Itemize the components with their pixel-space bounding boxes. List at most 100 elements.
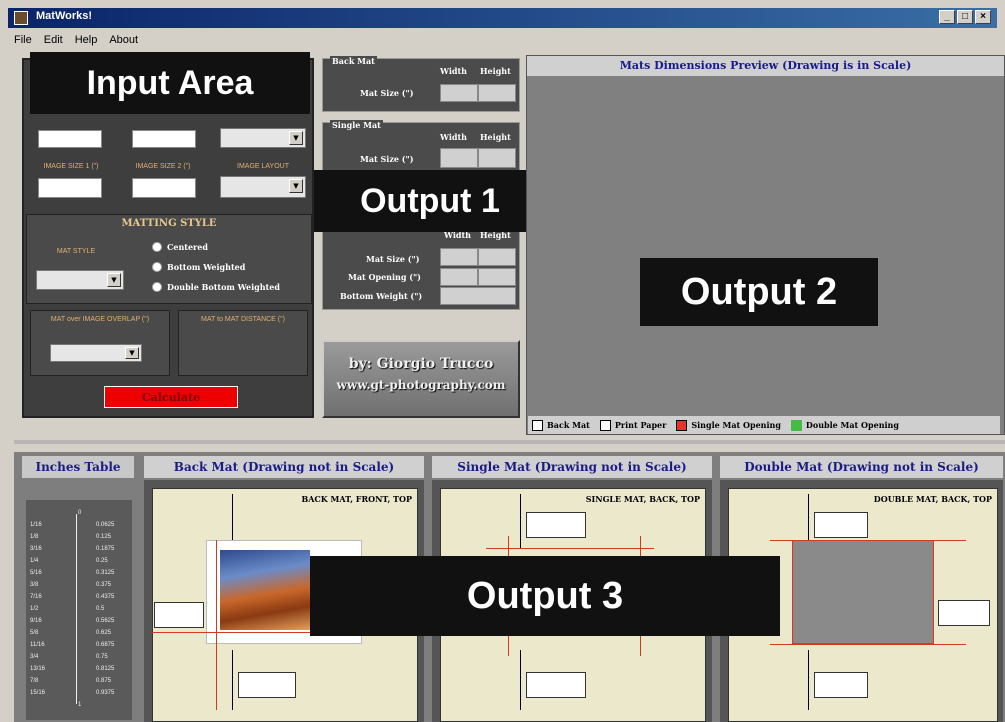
image-layout-label: IMAGE LAYOUT — [237, 163, 289, 170]
decimal-9: 0.5625 — [96, 618, 115, 624]
matting-style-title: MATTING STYLE — [121, 218, 217, 229]
decimal-3: 0.1875 — [96, 546, 115, 552]
frac-13-16: 13/16 — [30, 666, 46, 672]
mat-opening-width-cell — [440, 268, 478, 286]
radio-bottom-weighted[interactable]: Bottom Weighted — [152, 262, 245, 272]
double-mat-height-cell — [478, 248, 516, 266]
distance-label: MAT to MAT DISTANCE (") — [201, 316, 285, 323]
output2-overlay: Output 2 — [640, 258, 878, 326]
frac-7-16: 7/16 — [30, 594, 42, 600]
bottom-dimension-arrow — [232, 650, 233, 710]
preview-legend: Back Mat Print Paper Single Mat Opening … — [528, 416, 1000, 434]
image-width-field[interactable] — [38, 130, 102, 148]
mat-style-select[interactable]: ▼ — [36, 270, 124, 290]
bottom-dimension-arrow — [808, 650, 809, 710]
image-height-field[interactable] — [132, 130, 196, 148]
guide-line — [486, 548, 654, 549]
back-mat-caption: BACK MAT, FRONT, TOP — [301, 494, 412, 504]
single-height-header: Height — [480, 132, 511, 142]
legend-label: Single Mat Opening — [691, 420, 781, 430]
photo-thumbnail — [220, 550, 310, 630]
back-mat-height-cell — [478, 84, 516, 102]
single-mat-size-label: Mat Size (") — [360, 154, 414, 164]
decimal-11: 0.6875 — [96, 642, 115, 648]
calculate-button[interactable]: Calculate — [104, 386, 238, 408]
decimal-15: 0.9375 — [96, 690, 115, 696]
double-mat-size-label: Mat Size (") — [366, 254, 420, 264]
output1-overlay: Output 1 — [314, 170, 546, 232]
legend-label: Double Mat Opening — [805, 420, 899, 430]
chevron-down-icon: ▼ — [107, 273, 121, 287]
decimal-8: 0.5 — [96, 606, 105, 612]
overlap-select[interactable]: ▼ — [50, 344, 142, 362]
overlap-label: MAT over IMAGE OVERLAP (") — [50, 316, 150, 323]
option-label: Centered — [167, 242, 208, 252]
chevron-down-icon: ▼ — [289, 179, 303, 193]
mat-opening-height-cell — [478, 268, 516, 286]
guide-line — [770, 540, 966, 541]
right-dimension-box — [938, 600, 990, 626]
decimal-12: 0.75 — [96, 654, 108, 660]
decimal-1: 0.0625 — [96, 522, 115, 528]
unit-select[interactable]: ▼ — [220, 128, 306, 148]
menu-edit[interactable]: Edit — [38, 34, 69, 46]
image-size-1-field[interactable] — [38, 178, 102, 198]
checkbox-icon — [532, 419, 543, 431]
frac-1-16: 1/16 — [30, 522, 42, 528]
top-dimension-box — [526, 512, 586, 538]
legend-double-mat-opening[interactable]: Double Mat Opening — [790, 419, 899, 431]
single-mat-width-cell — [440, 148, 478, 168]
single-mat-height-cell — [478, 148, 516, 168]
decimal-5: 0.3125 — [96, 570, 115, 576]
guide-line — [770, 644, 966, 645]
radio-centered[interactable]: Centered — [152, 242, 208, 252]
legend-single-mat-opening[interactable]: Single Mat Opening — [676, 419, 781, 431]
checkbox-icon — [790, 419, 802, 431]
maximize-button[interactable]: □ — [957, 10, 973, 24]
decimal-4: 0.25 — [96, 558, 108, 564]
legend-label: Print Paper — [614, 420, 667, 430]
frac-3-4: 3/4 — [30, 654, 39, 660]
frac-3-8: 3/8 — [30, 582, 39, 588]
back-mat-width-cell — [440, 84, 478, 102]
image-size-1-label: IMAGE SIZE 1 (") — [43, 163, 99, 170]
legend-back-mat[interactable]: Back Mat — [532, 419, 590, 431]
decimal-16: 1 — [78, 702, 82, 708]
inches-table-header: Inches Table — [22, 456, 134, 478]
chevron-down-icon: ▼ — [125, 347, 139, 359]
divider — [14, 440, 1005, 444]
frac-7-8: 7/8 — [30, 678, 39, 684]
radio-dot-icon — [152, 282, 162, 292]
minimize-button[interactable]: _ — [939, 10, 955, 24]
radio-double-bottom-weighted[interactable]: Double Bottom Weighted — [152, 282, 280, 292]
input-area-overlay: Input Area — [30, 52, 310, 114]
mat-style-label: MAT STYLE — [56, 248, 96, 255]
guide-line — [216, 540, 217, 710]
close-button[interactable]: × — [975, 10, 991, 24]
frac-3-16: 3/16 — [30, 546, 42, 552]
image-size-2-label: IMAGE SIZE 2 (") — [135, 163, 191, 170]
menu-bar: File Edit Help About — [8, 30, 997, 50]
option-label: Double Bottom Weighted — [167, 282, 280, 292]
checkbox-icon — [599, 419, 611, 431]
single-width-header: Width — [440, 132, 467, 142]
double-mat-width-cell — [440, 248, 478, 266]
width-header: Width — [440, 66, 467, 76]
decimal-6: 0.375 — [96, 582, 112, 588]
frac-5-8: 5/8 — [30, 630, 39, 636]
credit-line-2: www.gt-photography.com — [336, 378, 506, 392]
bottom-dimension-arrow — [520, 650, 521, 710]
menu-help[interactable]: Help — [69, 34, 104, 46]
top-dimension-box — [814, 512, 868, 538]
credit-panel: by: Giorgio Trucco www.gt-photography.co… — [322, 340, 520, 418]
bottom-weight-label: Bottom Weight (") — [340, 291, 423, 301]
legend-print-paper[interactable]: Print Paper — [599, 419, 667, 431]
single-mat-drawing-header: Single Mat (Drawing not in Scale) — [432, 456, 712, 478]
image-size-2-field[interactable] — [132, 178, 196, 198]
top-dimension-arrow — [520, 494, 521, 548]
image-layout-select[interactable]: ▼ — [220, 176, 306, 198]
menu-file[interactable]: File — [8, 34, 38, 46]
back-mat-size-label: Mat Size (") — [360, 88, 414, 98]
menu-about[interactable]: About — [103, 34, 144, 46]
frac-1-2: 1/2 — [30, 606, 39, 612]
